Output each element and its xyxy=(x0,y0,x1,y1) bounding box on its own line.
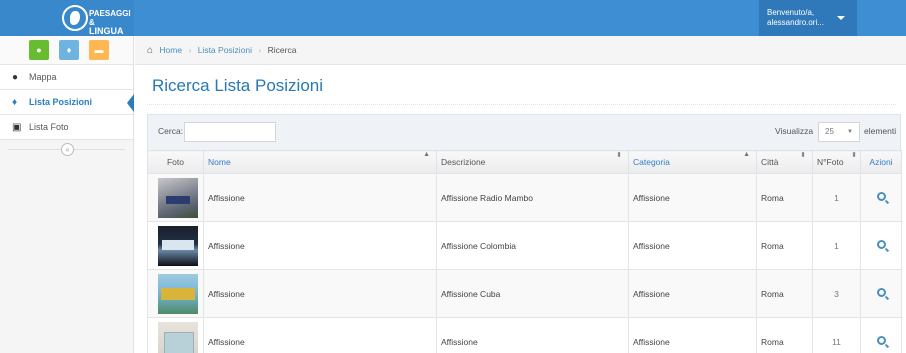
photo-cell xyxy=(147,173,204,222)
search-label: Cerca: xyxy=(158,126,184,136)
sidebar-item-mappa[interactable]: ● Mappa xyxy=(0,65,133,90)
table-header-row: Foto Nome ▲ Descrizione ⬍ Categoria ▲ Città… xyxy=(147,150,902,174)
collapse-sidebar-button[interactable]: « xyxy=(61,143,74,156)
page-title: Ricerca Lista Posizioni xyxy=(152,76,324,95)
brand-line2: LINGUA xyxy=(89,26,124,36)
photo-thumbnail[interactable] xyxy=(157,225,198,266)
actions-cell xyxy=(860,269,902,318)
sidebar-item-label: Lista Foto xyxy=(29,122,69,132)
nome-cell: Affissione xyxy=(203,269,437,318)
picture-icon: ▣ xyxy=(12,122,22,133)
picture-icon: ▬ xyxy=(94,45,104,55)
shortcut-photos-button[interactable]: ▬ xyxy=(89,40,109,60)
photo-thumbnail[interactable] xyxy=(157,177,198,218)
sidebar-item-label: Lista Posizioni xyxy=(29,97,93,107)
sort-icon: ⬍ xyxy=(851,152,857,159)
breadcrumb-positions-link[interactable]: Lista Posizioni xyxy=(198,45,252,55)
search-icon[interactable] xyxy=(876,192,886,201)
table-row: Affissione Affissione Affissione Roma 11 xyxy=(147,317,902,353)
chevron-down-icon: ▼ xyxy=(847,129,853,135)
descrizione-cell: Affissione Radio Mambo xyxy=(436,173,629,222)
search-input[interactable] xyxy=(184,122,276,142)
sort-asc-icon: ▲ xyxy=(423,151,430,158)
globe-icon: ● xyxy=(36,45,42,55)
sort-asc-icon: ▲ xyxy=(743,151,750,158)
photo-cell xyxy=(147,221,204,270)
breadcrumb: ⌂ Home › Lista Posizioni › Ricerca xyxy=(135,36,906,65)
search-icon[interactable] xyxy=(876,336,886,345)
column-header-nfoto[interactable]: N°Foto ⬍ xyxy=(812,150,861,174)
categoria-cell: Affissione xyxy=(628,173,757,222)
actions-cell xyxy=(860,173,902,222)
table-row: Affissione Affissione Radio Mambo Affiss… xyxy=(147,173,902,222)
map-marker-icon: ♦ xyxy=(12,97,18,108)
nome-cell: Affissione xyxy=(203,317,437,353)
photo-cell xyxy=(147,269,204,318)
page-length-value: 25 xyxy=(825,127,834,136)
nome-cell: Affissione xyxy=(203,173,437,222)
page-length-suffix: elementi xyxy=(864,126,897,136)
photo-thumbnail[interactable] xyxy=(157,321,198,353)
positions-table: Foto Nome ▲ Descrizione ⬍ Categoria ▲ Città… xyxy=(147,150,902,353)
column-header-descrizione[interactable]: Descrizione ⬍ xyxy=(436,150,629,174)
title-divider xyxy=(147,104,896,105)
descrizione-cell: Affissione Cuba xyxy=(436,269,629,318)
nfoto-cell: 11 xyxy=(812,317,861,353)
categoria-cell: Affissione xyxy=(628,317,757,353)
search-icon[interactable] xyxy=(876,288,886,297)
column-header-azioni: Azioni xyxy=(860,150,902,174)
sidebar-item-lista-foto[interactable]: ▣ Lista Foto xyxy=(0,115,133,140)
table-row: Affissione Affissione Cuba Affissione Ro… xyxy=(147,269,902,318)
nfoto-cell: 3 xyxy=(812,269,861,318)
breadcrumb-separator: › xyxy=(258,45,262,55)
sidebar-item-lista-posizioni[interactable]: ♦ Lista Posizioni xyxy=(0,90,134,115)
column-header-nome[interactable]: Nome ▲ xyxy=(203,150,437,174)
column-header-categoria[interactable]: Categoria ▲ xyxy=(628,150,757,174)
categoria-cell: Affissione xyxy=(628,221,757,270)
breadcrumb-separator: › xyxy=(188,45,192,55)
brand-line1: PAESAGGI & xyxy=(89,9,131,27)
shortcut-map-button[interactable]: ● xyxy=(29,40,49,60)
citta-cell: Roma xyxy=(756,173,813,222)
page-length-label: Visualizza xyxy=(775,126,814,136)
breadcrumb-home-link[interactable]: Home xyxy=(159,45,182,55)
citta-cell: Roma xyxy=(756,317,813,353)
actions-cell xyxy=(860,221,902,270)
sidebar-item-label: Mappa xyxy=(29,72,57,82)
breadcrumb-current: Ricerca xyxy=(267,45,297,55)
brand-name: PAESAGGI & LINGUA xyxy=(89,9,134,36)
table-toolbar: Cerca: Visualizza 25 ▼ elementi xyxy=(147,114,901,150)
column-header-citta[interactable]: Città ⬍ xyxy=(756,150,813,174)
brand-logo[interactable]: PAESAGGI & LINGUA xyxy=(0,0,134,36)
map-marker-icon: ♦ xyxy=(66,45,72,55)
shortcut-positions-button[interactable]: ♦ xyxy=(59,40,79,60)
citta-cell: Roma xyxy=(756,221,813,270)
search-icon[interactable] xyxy=(876,240,886,249)
citta-cell: Roma xyxy=(756,269,813,318)
photo-cell xyxy=(147,317,204,353)
categoria-cell: Affissione xyxy=(628,269,757,318)
active-indicator xyxy=(127,94,134,112)
column-header-foto: Foto xyxy=(147,150,204,174)
actions-cell xyxy=(860,317,902,353)
home-icon: ⌂ xyxy=(147,45,154,56)
descrizione-cell: Affissione xyxy=(436,317,629,353)
page-length-select[interactable]: 25 ▼ xyxy=(818,122,860,142)
sort-icon: ⬍ xyxy=(800,152,806,159)
sidebar-collapse: « xyxy=(0,140,133,160)
nfoto-cell: 1 xyxy=(812,173,861,222)
photo-thumbnail[interactable] xyxy=(157,273,198,314)
sidebar-shortcuts: ● ♦ ▬ xyxy=(0,36,133,65)
descrizione-cell: Affissione Colombia xyxy=(436,221,629,270)
globe-icon: ● xyxy=(12,72,19,83)
nfoto-cell: 1 xyxy=(812,221,861,270)
sort-icon: ⬍ xyxy=(616,152,622,159)
table-row: Affissione Affissione Colombia Affission… xyxy=(147,221,902,270)
nome-cell: Affissione xyxy=(203,221,437,270)
logo-emblem-icon xyxy=(62,5,88,31)
caret-down-icon[interactable] xyxy=(837,16,845,20)
sidebar: ● ♦ ▬ ● Mappa ♦ Lista Posizioni ▣ Lista … xyxy=(0,36,134,353)
top-navbar: PAESAGGI & LINGUA Benvenuto/a, alessandr… xyxy=(0,0,906,36)
